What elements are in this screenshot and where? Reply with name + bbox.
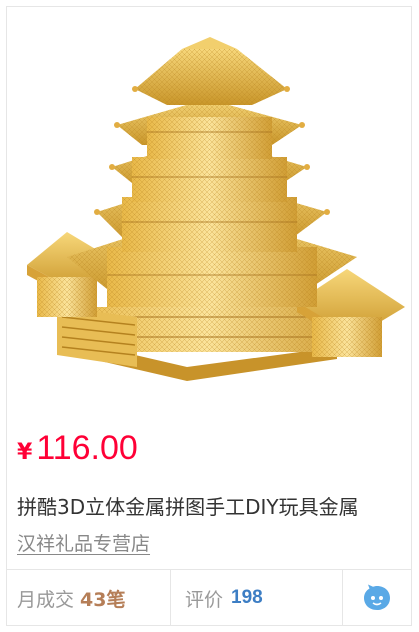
product-footer: 月成交 43笔 评价 198 (7, 569, 411, 625)
product-title[interactable]: 拼酷3D立体金属拼图手工DIY玩具金属 (17, 491, 409, 520)
product-image[interactable] (7, 7, 411, 415)
price-value: 116.00 (36, 429, 138, 467)
product-card[interactable]: ¥ 116.00 拼酷3D立体金属拼图手工DIY玩具金属 汉祥礼品专营店 月成交… (6, 6, 412, 626)
wangwang-chat-icon[interactable] (362, 583, 392, 613)
chat-button[interactable] (343, 570, 411, 625)
sales-label: 月成交 (17, 588, 75, 611)
price: ¥ 116.00 (17, 429, 138, 473)
reviews[interactable]: 评价 198 (171, 570, 343, 625)
reviews-value: 198 (231, 587, 263, 608)
shop-link[interactable]: 汉祥礼品专营店 (17, 529, 150, 556)
monthly-sales: 月成交 43笔 (7, 570, 171, 625)
sales-value: 43笔 (80, 588, 126, 611)
reviews-label: 评价 (185, 588, 224, 611)
pavilion-model-illustration (27, 37, 405, 381)
currency-symbol: ¥ (17, 440, 33, 465)
